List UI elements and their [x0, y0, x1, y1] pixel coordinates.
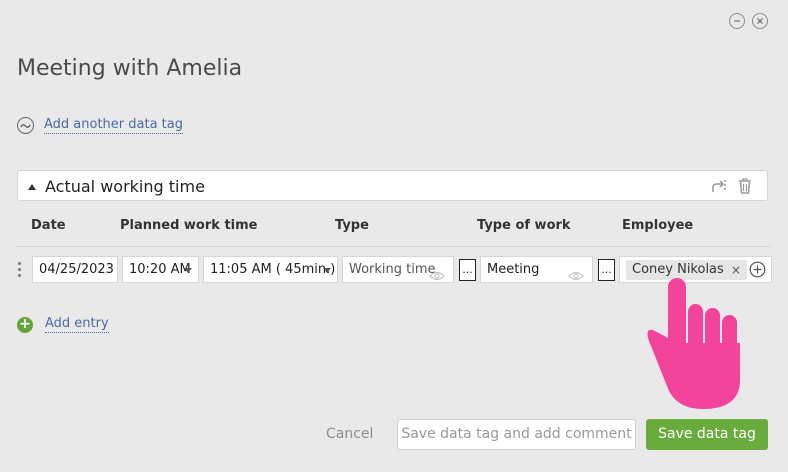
- drag-handle[interactable]: [17, 262, 23, 278]
- type-of-work-field[interactable]: Meeting: [480, 256, 593, 283]
- hand-cursor-icon: [645, 278, 745, 417]
- column-header-employee: Employee: [622, 218, 694, 233]
- section-title: Actual working time: [45, 177, 205, 196]
- column-header-type: Type: [335, 218, 369, 233]
- add-another-data-tag[interactable]: Add another data tag: [17, 117, 184, 134]
- type-value: Working time: [349, 262, 436, 277]
- type-of-work-value: Meeting: [487, 262, 540, 277]
- add-entry-link[interactable]: Add entry: [45, 316, 109, 333]
- column-header-planned-work-time: Planned work time: [120, 218, 258, 233]
- remove-employee-icon[interactable]: ×: [731, 260, 741, 280]
- end-time-value: 11:05 AM ( 45min.): [210, 262, 336, 277]
- minimize-icon[interactable]: [729, 13, 745, 29]
- employee-name: Coney Nikolas: [632, 262, 724, 277]
- add-entry[interactable]: + Add entry: [17, 316, 109, 333]
- type-of-work-more-button[interactable]: ...: [598, 259, 615, 281]
- share-icon[interactable]: [710, 177, 728, 199]
- date-field[interactable]: 04/25/2023: [32, 256, 118, 283]
- cancel-button[interactable]: Cancel: [326, 426, 373, 442]
- chevron-down-icon: [184, 268, 192, 273]
- eye-icon[interactable]: [429, 265, 445, 282]
- tilde-circle-icon: [17, 117, 34, 134]
- eye-icon[interactable]: [568, 265, 584, 282]
- column-header-date: Date: [31, 218, 66, 233]
- type-field[interactable]: Working time: [342, 256, 454, 283]
- start-time-value: 10:20 AM: [129, 262, 191, 277]
- section-header[interactable]: Actual working time: [17, 170, 768, 201]
- add-employee-icon[interactable]: [749, 261, 766, 282]
- header-divider: [17, 246, 771, 247]
- close-icon[interactable]: [752, 13, 768, 29]
- add-another-data-tag-link[interactable]: Add another data tag: [44, 117, 184, 134]
- trash-icon[interactable]: [736, 177, 754, 199]
- save-and-comment-button[interactable]: Save data tag and add comment: [397, 419, 636, 450]
- plus-circle-icon: +: [17, 316, 33, 333]
- column-header-type-of-work: Type of work: [477, 218, 571, 233]
- employee-chip: Coney Nikolas ×: [626, 260, 747, 280]
- chevron-down-icon: [323, 268, 331, 273]
- end-time-select[interactable]: 11:05 AM ( 45min.): [203, 256, 338, 283]
- save-button[interactable]: Save data tag: [646, 419, 768, 450]
- collapse-triangle-icon[interactable]: [28, 184, 36, 190]
- page-title: Meeting with Amelia: [17, 56, 243, 81]
- type-more-button[interactable]: ...: [459, 259, 476, 281]
- start-time-select[interactable]: 10:20 AM: [122, 256, 199, 283]
